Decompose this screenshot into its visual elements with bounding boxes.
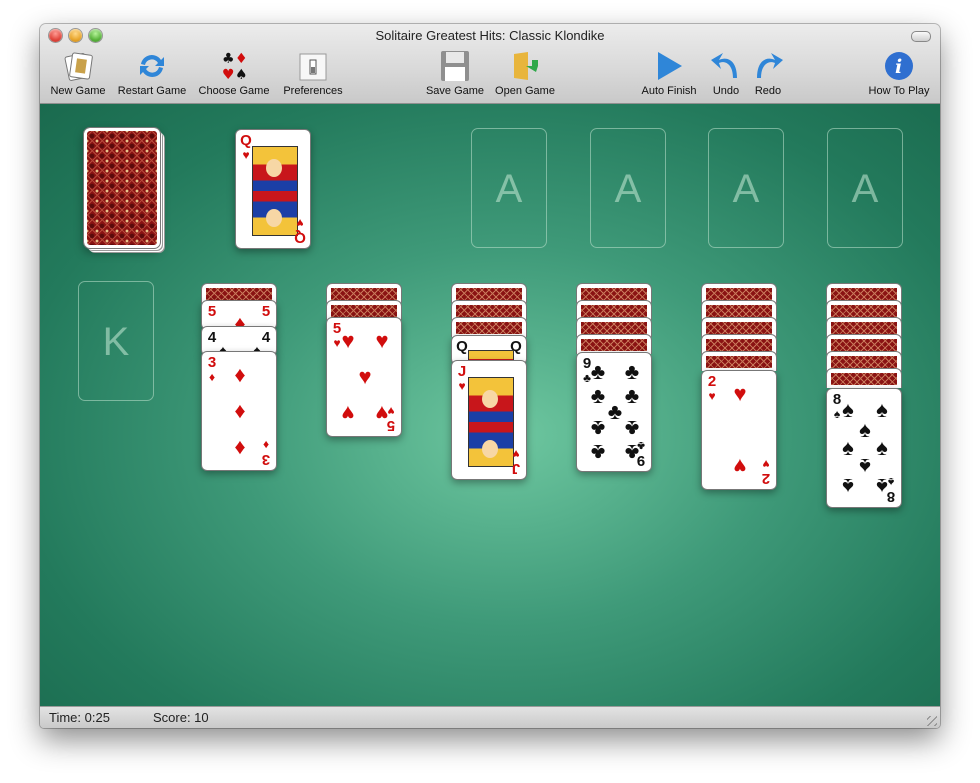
- svg-text:♠: ♠: [235, 67, 248, 82]
- new-game-button[interactable]: New Game: [47, 50, 109, 100]
- restart-game-label: Restart Game: [117, 85, 187, 97]
- open-game-label: Open Game: [495, 85, 555, 97]
- redo-label: Redo: [754, 85, 782, 97]
- open-game-button[interactable]: Open Game: [492, 50, 558, 100]
- tableau-card[interactable]: J ♥ J ♥: [451, 360, 527, 480]
- foundation-slot[interactable]: A: [471, 128, 547, 248]
- waste-card[interactable]: Q ♥ Q ♥: [235, 129, 311, 249]
- stock-pile[interactable]: [83, 127, 161, 249]
- jack-face-image: [468, 377, 514, 467]
- tableau-card[interactable]: 3 ♦ ♦ ♦ ♦ 3 ♦: [201, 351, 277, 471]
- tableau-card[interactable]: 9 ♣ ♣ ♣ ♣ ♣ ♣ ♣ ♣ ♣ ♣ 9 ♣: [576, 352, 652, 472]
- app-window: Solitaire Greatest Hits: Classic Klondik…: [40, 24, 940, 728]
- new-game-icon: [61, 50, 95, 82]
- tableau-card[interactable]: 2 ♥ ♥ ♥ 2 ♥: [701, 370, 777, 490]
- undo-arrow-icon: [709, 50, 743, 82]
- card-suits-icon: ♣ ♦ ♥ ♠: [217, 50, 251, 83]
- play-icon: [652, 50, 686, 82]
- floppy-disk-icon: [438, 50, 472, 82]
- queen-face-image: [252, 146, 298, 236]
- how-to-play-label: How To Play: [868, 85, 930, 97]
- game-table: Q ♥ Q ♥ A A A A K 5 5 ♦ 4 4 ♠ ♠ 3 ♦ ♦ ♦ ♦ 3…: [40, 104, 940, 706]
- redo-button[interactable]: Redo: [749, 50, 787, 100]
- svg-text:♦: ♦: [235, 51, 248, 67]
- tableau-card[interactable]: 8 ♠ ♠ ♠ ♠ ♠ ♠ ♠ ♠ ♠ 8 ♠: [826, 388, 902, 508]
- svg-text:♣: ♣: [222, 51, 235, 67]
- toolbar: Solitaire Greatest Hits: Classic Klondik…: [40, 24, 940, 104]
- preferences-button[interactable]: Preferences: [279, 50, 347, 100]
- status-bar: Time: 0:25 Score: 10: [40, 706, 940, 728]
- svg-text:i: i: [895, 56, 902, 78]
- undo-button[interactable]: Undo: [706, 50, 746, 100]
- folder-open-icon: [508, 50, 542, 82]
- save-game-button[interactable]: Save Game: [424, 50, 486, 100]
- resize-grip[interactable]: [927, 716, 937, 726]
- tableau-card[interactable]: 5 ♥ ♥ ♥ ♥ ♥ ♥ 5 ♥: [326, 317, 402, 437]
- toolbar-toggle-button[interactable]: [911, 31, 931, 42]
- restart-icon: [135, 50, 169, 82]
- face-down-card: [701, 351, 777, 371]
- foundation-slot[interactable]: A: [827, 128, 903, 248]
- time-display: Time: 0:25: [49, 710, 110, 725]
- window-title: Solitaire Greatest Hits: Classic Klondik…: [375, 28, 605, 43]
- foundation-slot[interactable]: A: [708, 128, 784, 248]
- choose-game-button[interactable]: ♣ ♦ ♥ ♠ Choose Game: [196, 50, 272, 100]
- how-to-play-button[interactable]: i How To Play: [864, 50, 934, 100]
- redo-arrow-icon: [751, 50, 785, 82]
- preferences-label: Preferences: [283, 85, 343, 97]
- restart-game-button[interactable]: Restart Game: [114, 50, 190, 100]
- card-rank-bottom: Q ♥: [294, 216, 306, 246]
- face-down-card: [576, 334, 652, 354]
- choose-game-label: Choose Game: [198, 85, 270, 97]
- new-game-label: New Game: [50, 85, 106, 97]
- card-rank: Q ♥: [240, 132, 252, 162]
- score-display: Score: 10: [153, 710, 209, 725]
- face-down-card: [826, 368, 902, 388]
- undo-label: Undo: [712, 85, 740, 97]
- preferences-switch-icon: [296, 50, 330, 82]
- tableau-empty-slot[interactable]: K: [78, 281, 154, 401]
- auto-finish-button[interactable]: Auto Finish: [637, 50, 701, 100]
- foundation-slot[interactable]: A: [590, 128, 666, 248]
- svg-text:♥: ♥: [222, 67, 235, 82]
- auto-finish-label: Auto Finish: [641, 85, 697, 97]
- save-game-label: Save Game: [425, 85, 485, 97]
- face-down-card: [451, 317, 527, 337]
- info-icon: i: [882, 50, 916, 82]
